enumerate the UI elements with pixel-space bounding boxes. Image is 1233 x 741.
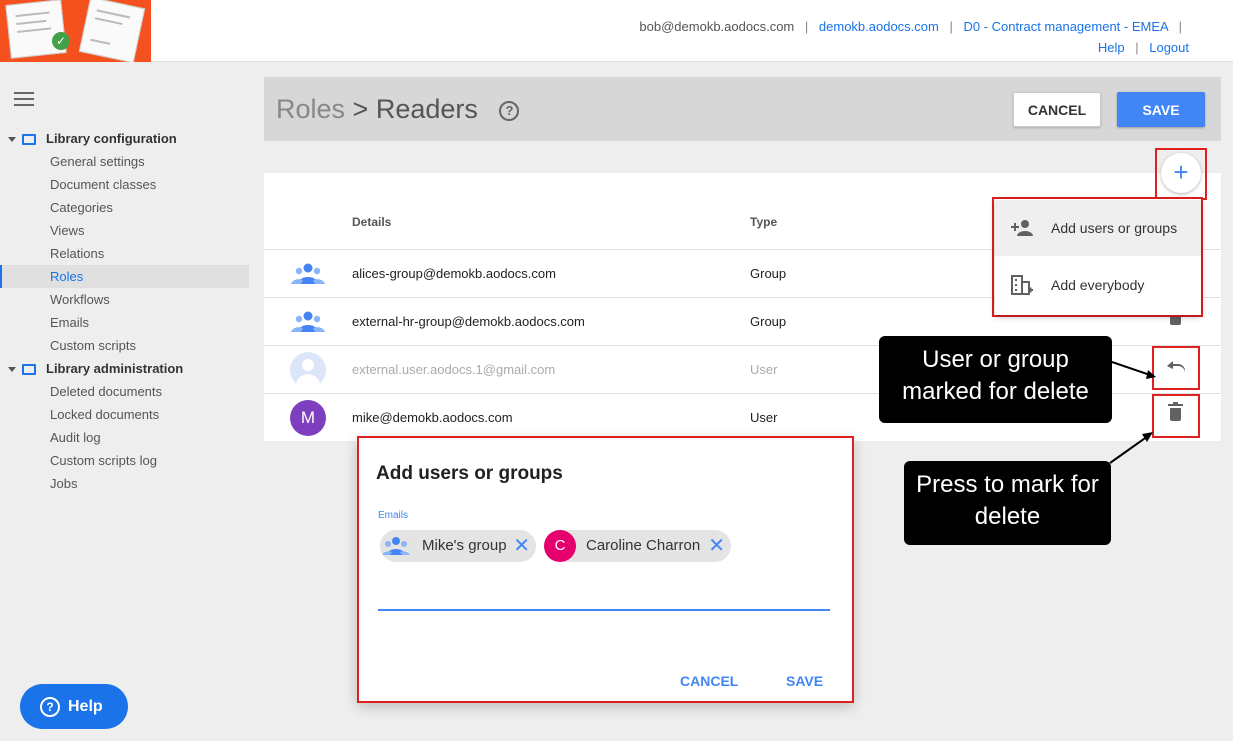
emails-field-label: Emails: [378, 510, 409, 521]
breadcrumb-separator: >: [352, 94, 369, 124]
sidebar: Library configuration General settings D…: [0, 62, 256, 741]
add-users-dialog: Add users or groups Emails Mike's group …: [357, 436, 854, 703]
sidebar-item-deleted-documents[interactable]: Deleted documents: [0, 380, 249, 403]
section-library-configuration[interactable]: Library configuration: [8, 131, 177, 146]
top-bar: ✓ bob@demokb.aodocs.com | demokb.aodocs.…: [0, 0, 1233, 62]
help-question-icon[interactable]: ?: [499, 100, 520, 121]
user-avatar: M: [290, 400, 326, 436]
section-title: Library administration: [46, 361, 184, 376]
sidebar-item-locked-documents[interactable]: Locked documents: [0, 403, 249, 426]
dialog-cancel-button[interactable]: CANCEL: [680, 673, 738, 689]
domain-icon: [1011, 275, 1033, 295]
add-person-icon: [1011, 220, 1033, 236]
row-details: alices-group@demokb.aodocs.com: [352, 266, 556, 281]
row-type: User: [750, 410, 778, 425]
sidebar-item-categories[interactable]: Categories: [0, 196, 249, 219]
callout-press-to-mark: Press to mark for delete: [904, 461, 1111, 545]
column-header-details: Details: [352, 215, 392, 229]
domain-link[interactable]: demokb.aodocs.com: [819, 19, 939, 34]
sidebar-item-views[interactable]: Views: [0, 219, 249, 242]
header-save-button[interactable]: SAVE: [1117, 92, 1205, 127]
library-link[interactable]: D0 - Contract management - EMEA: [964, 19, 1168, 34]
sidebar-item-relations[interactable]: Relations: [0, 242, 249, 265]
sidebar-item-workflows[interactable]: Workflows: [0, 288, 249, 311]
row-details: external-hr-group@demokb.aodocs.com: [352, 314, 585, 329]
emails-input-underline[interactable]: [378, 609, 830, 611]
logout-link[interactable]: Logout: [1149, 40, 1189, 55]
menu-item-add-users-or-groups[interactable]: Add users or groups: [995, 200, 1201, 256]
row-type: Group: [750, 266, 787, 281]
caret-down-icon: [8, 137, 16, 143]
page-title: Roles > Readers ?: [276, 94, 520, 125]
remove-chip-icon[interactable]: ✕: [513, 530, 530, 562]
menu-item-add-everybody[interactable]: Add everybody: [995, 257, 1201, 313]
row-details: external.user.aodocs.1@gmail.com: [352, 362, 556, 377]
sidebar-item-emails[interactable]: Emails: [0, 311, 249, 334]
add-menu: Add users or groups Add everybody: [995, 199, 1201, 315]
breadcrumb-roles[interactable]: Roles: [276, 94, 345, 124]
page-header: Roles > Readers ? CANCEL SAVE: [264, 77, 1221, 141]
callout-marked-for-delete: User or group marked for delete: [879, 336, 1112, 423]
caret-down-icon: [8, 367, 16, 373]
separator: |: [804, 19, 809, 34]
user-avatar-icon: [290, 352, 326, 388]
header-cancel-button[interactable]: CANCEL: [1013, 92, 1101, 127]
chip-label: Mike's group: [422, 537, 507, 554]
signed-document-logo-icon: [78, 0, 146, 62]
menu-item-label: Add everybody: [1051, 277, 1145, 293]
separator: |: [949, 19, 953, 34]
user-email: bob@demokb.aodocs.com: [639, 19, 795, 34]
row-type: User: [750, 362, 778, 377]
check-badge-icon: ✓: [52, 32, 70, 50]
chip-caroline-charron[interactable]: C Caroline Charron ✕: [544, 530, 731, 562]
app-logo[interactable]: ✓: [0, 0, 151, 62]
callout-arrows: [1109, 361, 1156, 464]
folder-icon: [22, 134, 36, 146]
section-library-administration[interactable]: Library administration: [8, 361, 183, 376]
group-avatar-icon: [290, 304, 326, 340]
account-info: bob@demokb.aodocs.com | demokb.aodocs.co…: [639, 19, 1189, 34]
help-link[interactable]: Help: [1098, 40, 1125, 55]
sidebar-item-roles[interactable]: Roles: [0, 265, 249, 288]
help-button[interactable]: ? Help: [20, 684, 128, 729]
row-details: mike@demokb.aodocs.com: [352, 410, 513, 425]
document-logo-icon: [5, 0, 67, 59]
top-links: Help | Logout: [1098, 40, 1189, 55]
separator: |: [1135, 40, 1139, 55]
help-question-icon: ?: [40, 696, 60, 717]
separator: |: [1178, 19, 1182, 34]
help-button-label: Help: [68, 698, 103, 715]
breadcrumb-readers: Readers: [375, 94, 478, 124]
menu-item-label: Add users or groups: [1051, 220, 1178, 236]
dialog-save-button[interactable]: SAVE: [786, 673, 823, 689]
folder-icon: [22, 364, 36, 376]
dialog-title: Add users or groups: [376, 463, 563, 484]
chip-label: Caroline Charron: [586, 537, 701, 554]
sidebar-item-custom-scripts[interactable]: Custom scripts: [0, 334, 249, 357]
sidebar-item-document-classes[interactable]: Document classes: [0, 173, 249, 196]
remove-chip-icon[interactable]: ✕: [708, 530, 725, 562]
row-type: Group: [750, 314, 787, 329]
section-title: Library configuration: [46, 131, 177, 146]
add-member-button[interactable]: +: [1161, 153, 1201, 193]
column-header-type: Type: [750, 215, 778, 229]
user-avatar: C: [544, 530, 576, 562]
sidebar-item-jobs[interactable]: Jobs: [0, 472, 249, 495]
group-avatar-icon: [290, 256, 326, 292]
sidebar-item-audit-log[interactable]: Audit log: [0, 426, 249, 449]
sidebar-item-custom-scripts-log[interactable]: Custom scripts log: [0, 449, 249, 472]
hamburger-menu-icon[interactable]: [14, 92, 34, 110]
chip-mikes-group[interactable]: Mike's group ✕: [380, 530, 536, 562]
group-avatar-icon: [382, 537, 410, 555]
sidebar-item-general-settings[interactable]: General settings: [0, 150, 249, 173]
